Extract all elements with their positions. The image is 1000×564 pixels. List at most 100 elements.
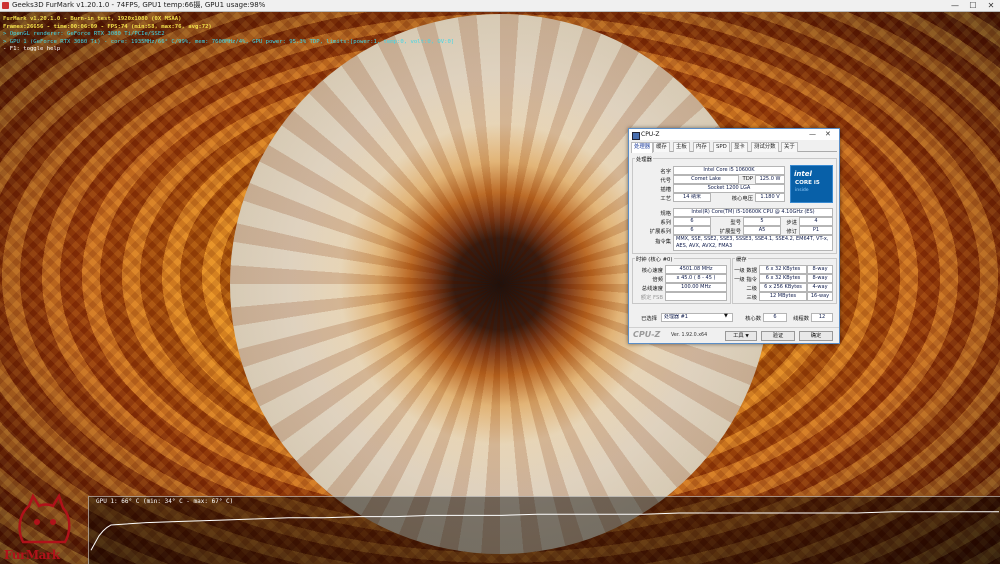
threads-value: 12 (811, 313, 833, 322)
voltage-value: 1.180 V (755, 193, 785, 202)
overlay-line-help: - F1: toggle help (3, 46, 61, 53)
revision-label: 修订 (786, 229, 797, 235)
close-icon[interactable]: ✕ (982, 0, 1000, 11)
validate-button[interactable]: 验证 (761, 331, 795, 341)
l2-label: 二级 (746, 286, 757, 292)
technology-value: 14 纳米 (673, 193, 711, 202)
l3-value: 12 MBytes (759, 292, 807, 301)
core-speed-label: 核心速度 (641, 268, 663, 274)
bus-speed-value: 100.00 MHz (665, 283, 727, 292)
intel-logo-inside: inside (795, 188, 809, 193)
minimize-icon[interactable]: — (946, 0, 964, 11)
multiplier-value: x 45.0 ( 8 - 45 ) (665, 274, 727, 283)
tools-chevron-down-icon: ▼ (745, 334, 749, 339)
voltage-label: 核心电压 (731, 196, 753, 202)
overlay-line-renderer: > OpenGL renderer: GeForce RTX 3080 Ti/P… (3, 31, 165, 38)
specification-value: Intel(R) Core(TM) i5-10600K CPU @ 4.10GH… (673, 208, 833, 217)
cpuz-tab-bar: 处理器 缓存 主板 内存 SPD 显卡 测试分数 关于 (631, 142, 837, 153)
l1-data-label: 一级 数据 (734, 268, 757, 274)
cpuz-titlebar: CPU-Z — ✕ (629, 129, 839, 140)
cpuz-brand-logo: CPU-Z (633, 330, 661, 339)
ext-family-value: 6 (673, 226, 711, 235)
overlay-line-version: FurMark v1.20.1.0 - Burn-in test, 1920x1… (3, 16, 182, 22)
bus-speed-label: 总线速度 (641, 286, 663, 292)
gpu-temp-label: GPU 1: 66° C (min: 34° C - max: 67° C) (96, 498, 234, 505)
processor-select[interactable]: 处理器 #1 (661, 313, 733, 322)
model-label: 型号 (730, 220, 741, 226)
ext-model-value: A5 (743, 226, 781, 235)
furmark-stats-overlay: FurMark v1.20.1.0 - Burn-in test, 1920x1… (3, 16, 454, 54)
footer-divider (629, 327, 839, 328)
l1-inst-value: 6 x 32 KBytes (759, 274, 807, 283)
codename-value: Comet Lake (673, 175, 739, 184)
gpu-temp-graph (88, 496, 1000, 564)
clocks-group-label: 时钟 (核心 #0) (635, 255, 674, 263)
l3-label: 三级 (746, 295, 757, 301)
rated-fsb-value (665, 292, 727, 301)
overlay-line-frames: Frames:26656 - time:00:06:09 - FPS:74 (m… (3, 23, 212, 30)
instructions-label: 指令集 (655, 239, 671, 245)
socket-label: 插槽 (660, 187, 671, 193)
overlay-line-gpu: > GPU 1 (GeForce RTX 3080 Ti) - core: 19… (3, 38, 455, 45)
cpuz-title: CPU-Z (641, 131, 660, 138)
threads-label: 线程数 (793, 316, 809, 322)
tab-memory[interactable]: 内存 (693, 142, 710, 152)
l2-way: 4-way (807, 283, 833, 292)
cores-value: 6 (763, 313, 787, 322)
cpuz-version: Ver. 1.92.0.x64 (671, 333, 708, 338)
furmark-window: Geeks3D FurMark v1.20.1.0 - 74FPS, GPU1 … (0, 0, 1000, 564)
tools-button-label: 工具 (733, 333, 744, 339)
select-chevron-down-icon[interactable]: ▼ (724, 313, 728, 319)
l1-inst-way: 8-way (807, 274, 833, 283)
furmark-titlebar: Geeks3D FurMark v1.20.1.0 - 74FPS, GPU1 … (0, 0, 1000, 12)
tab-about[interactable]: 关于 (781, 142, 798, 152)
cpuz-close-icon[interactable]: ✕ (825, 130, 831, 138)
l3-way: 16-way (807, 292, 833, 301)
tdp-label: TDP (742, 176, 753, 182)
multiplier-label: 倍频 (652, 277, 663, 283)
tab-bench[interactable]: 测试分数 (751, 142, 779, 152)
stepping-label: 步进 (786, 220, 797, 226)
cache-group-label: 缓存 (735, 255, 748, 263)
cpuz-minimize-icon[interactable]: — (809, 130, 816, 138)
stepping-value: 4 (799, 217, 833, 226)
codename-label: 代号 (660, 178, 671, 184)
maximize-icon[interactable]: ☐ (964, 0, 982, 11)
tab-processor[interactable]: 处理器 (631, 142, 654, 153)
rated-fsb-label: 额定 FSB (640, 295, 663, 301)
tab-cache[interactable]: 缓存 (653, 142, 670, 152)
furmark-window-title: Geeks3D FurMark v1.20.1.0 - 74FPS, GPU1 … (12, 1, 266, 9)
tdp-value: 125.0 W (755, 175, 785, 184)
family-value: 6 (673, 217, 711, 226)
cpuz-app-icon (632, 132, 640, 140)
specification-label: 规格 (660, 211, 671, 217)
tab-graphics[interactable]: 显卡 (731, 142, 748, 152)
ok-button[interactable]: 确定 (799, 331, 833, 341)
name-value: Intel Core i5 10600K (673, 166, 785, 175)
cpuz-window: CPU-Z — ✕ 处理器 缓存 主板 内存 SPD 显卡 测试分数 关于 处理… (628, 128, 840, 344)
selection-label: 已选择 (641, 316, 657, 322)
ext-model-label: 扩展型号 (719, 229, 741, 235)
intel-logo-model: CORE i5 (795, 180, 820, 186)
ext-family-label: 扩展系列 (649, 229, 671, 235)
cores-label: 核心数 (745, 316, 761, 322)
intel-core-i5-logo-icon: intel CORE i5 inside (790, 165, 833, 203)
core-speed-value: 4501.08 MHz (665, 265, 727, 274)
intel-logo-brand: intel (794, 170, 812, 178)
revision-value: P1 (799, 226, 833, 235)
furmark-app-icon (2, 2, 9, 9)
l1-data-value: 6 x 32 KBytes (759, 265, 807, 274)
processor-group-label: 处理器 (635, 155, 653, 163)
gpu-temp-graph-svg (90, 511, 999, 551)
tab-mainboard[interactable]: 主板 (673, 142, 690, 152)
furmark-logo-text: FurMark (4, 548, 60, 562)
gpu-temp-line (90, 511, 999, 551)
tools-button[interactable]: 工具 ▼ (725, 331, 757, 341)
l2-value: 6 x 256 KBytes (759, 283, 807, 292)
name-label: 名字 (660, 169, 671, 175)
technology-label: 工艺 (660, 196, 671, 202)
tab-spd[interactable]: SPD (713, 142, 730, 152)
model-value: 5 (743, 217, 781, 226)
family-label: 系列 (660, 220, 671, 226)
socket-value: Socket 1200 LGA (673, 184, 785, 193)
